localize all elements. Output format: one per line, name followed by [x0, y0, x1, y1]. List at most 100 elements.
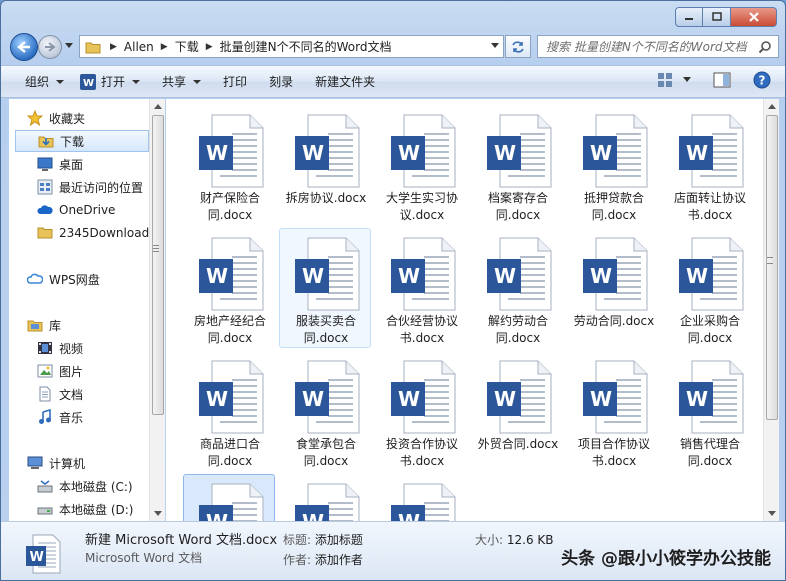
- word-document-icon: W: [390, 237, 456, 311]
- burn-button[interactable]: 刻录: [255, 66, 301, 97]
- svg-text:W: W: [494, 387, 516, 411]
- share-button[interactable]: 共享: [148, 66, 209, 97]
- author-value[interactable]: 添加作者: [315, 553, 363, 567]
- svg-text:W: W: [398, 387, 420, 411]
- file-item[interactable]: W 拆房协议.docx: [279, 105, 371, 225]
- command-bar: 组织 W 打开 共享 打印 刻录 新建文件夹 ?: [1, 65, 785, 98]
- recent-pages-dropdown[interactable]: [64, 41, 74, 51]
- nav-favorites[interactable]: 收藏夹: [27, 107, 85, 129]
- view-options-icon[interactable]: [657, 72, 673, 88]
- file-item[interactable]: W 合伙经营协议书.docx: [375, 228, 467, 348]
- svg-text:W: W: [590, 387, 612, 411]
- nav-computer[interactable]: 计算机: [27, 452, 85, 474]
- file-item[interactable]: W: [279, 474, 371, 521]
- close-button[interactable]: [731, 7, 777, 27]
- file-name: 食堂承包合同.docx: [295, 437, 356, 468]
- chevron-down-icon[interactable]: [683, 77, 691, 83]
- file-item[interactable]: W 劳动合同.docx: [567, 228, 659, 348]
- breadcrumb-item[interactable]: 下载: [171, 38, 203, 55]
- size-value: 12.6 KB: [506, 533, 554, 547]
- breadcrumb-item[interactable]: Allen: [120, 40, 158, 54]
- refresh-icon: [512, 40, 524, 53]
- nav-2345downloads[interactable]: 2345Downloads: [37, 222, 149, 244]
- file-item[interactable]: W 大学生实习协议.docx: [375, 105, 467, 225]
- print-button[interactable]: 打印: [209, 66, 255, 97]
- file-item[interactable]: W 企业采购合同.docx: [663, 228, 755, 348]
- file-item[interactable]: W 商品进口合同.docx: [183, 351, 275, 471]
- file-item[interactable]: W 服装买卖合同.docx: [279, 228, 371, 348]
- open-button[interactable]: W 打开: [72, 66, 148, 97]
- minimize-button[interactable]: [675, 7, 703, 27]
- nav-videos[interactable]: 视频: [37, 337, 83, 359]
- nav-downloads[interactable]: 下载: [15, 130, 149, 152]
- file-list-scrollbar[interactable]: [763, 99, 779, 521]
- view-controls: ?: [657, 71, 771, 89]
- print-label: 打印: [223, 75, 248, 89]
- search-placeholder: 搜索 批量创建N个不同名的Word文档: [546, 40, 747, 54]
- nav-favorites-label: 收藏夹: [49, 111, 86, 126]
- desktop-icon: [37, 157, 53, 171]
- music-icon: [39, 409, 51, 424]
- file-item[interactable]: W 解约劳动合同.docx: [471, 228, 563, 348]
- drive-icon: [37, 480, 53, 493]
- explorer-window: ▶ Allen ▶ 下载 ▶ 批量创建N个不同名的Word文档 搜索 批量创建N…: [0, 0, 786, 581]
- scroll-up-icon: [154, 104, 162, 109]
- word-document-icon: W: [582, 360, 648, 434]
- search-input[interactable]: 搜索 批量创建N个不同名的Word文档: [537, 35, 779, 58]
- file-item[interactable]: W 食堂承包合同.docx: [279, 351, 371, 471]
- word-document-icon: W: [198, 483, 264, 521]
- file-item[interactable]: W: [375, 474, 467, 521]
- nav-disk-c[interactable]: 本地磁盘 (C:): [37, 475, 133, 497]
- nav-documents-label: 文档: [59, 387, 84, 402]
- file-item[interactable]: W 抵押贷款合同.docx: [567, 105, 659, 225]
- navigation-pane: 收藏夹 下载 桌面 最近访问的位置 OneDrive 2345Downloads…: [9, 99, 149, 521]
- svg-text:W: W: [302, 264, 324, 288]
- file-item[interactable]: W 档案寄存合同.docx: [471, 105, 563, 225]
- preview-pane-icon[interactable]: [713, 72, 731, 88]
- nav-music[interactable]: 音乐: [37, 406, 83, 428]
- chevron-down-icon[interactable]: [491, 43, 499, 49]
- breadcrumb-item[interactable]: 批量创建N个不同名的Word文档: [216, 38, 396, 55]
- file-item[interactable]: W 项目合作协议书.docx: [567, 351, 659, 471]
- back-button[interactable]: [10, 33, 38, 61]
- new-folder-button[interactable]: 新建文件夹: [301, 66, 383, 97]
- folder-icon: [85, 42, 101, 53]
- file-name: 档案寄存合同.docx: [487, 191, 548, 222]
- nav-pictures[interactable]: 图片: [37, 360, 83, 382]
- title-value[interactable]: 添加标题: [315, 533, 363, 547]
- nav-libraries-label: 库: [49, 318, 62, 333]
- nav-desktop[interactable]: 桌面: [37, 153, 83, 175]
- file-item[interactable]: W 销售代理合同.docx: [663, 351, 755, 471]
- nav-onedrive[interactable]: OneDrive: [37, 199, 115, 221]
- file-item[interactable]: W 房地产经纪合同.docx: [183, 228, 275, 348]
- nav-desktop-label: 桌面: [59, 157, 84, 172]
- forward-button[interactable]: [38, 35, 62, 59]
- help-icon[interactable]: ?: [753, 71, 771, 89]
- address-bar[interactable]: ▶ Allen ▶ 下载 ▶ 批量创建N个不同名的Word文档: [79, 35, 504, 58]
- file-item[interactable]: W: [183, 474, 275, 521]
- nav-recent[interactable]: 最近访问的位置: [37, 176, 143, 198]
- file-name: 财产保险合同.docx: [199, 191, 260, 222]
- arrow-left-icon: [17, 41, 30, 53]
- file-item[interactable]: W 财产保险合同.docx: [183, 105, 275, 225]
- refresh-button[interactable]: [505, 35, 531, 58]
- svg-text:W: W: [30, 550, 44, 565]
- word-document-icon: W: [486, 114, 552, 188]
- file-item[interactable]: W 投资合作协议书.docx: [375, 351, 467, 471]
- file-list-scroll-thumb[interactable]: [766, 115, 778, 420]
- nav-documents[interactable]: 文档: [37, 383, 83, 405]
- svg-text:W: W: [686, 387, 708, 411]
- file-item[interactable]: W 外贸合同.docx: [471, 351, 563, 471]
- word-document-icon: W: [582, 237, 648, 311]
- file-item[interactable]: W 店面转让协议书.docx: [663, 105, 755, 225]
- nav-disk-d[interactable]: 本地磁盘 (D:): [37, 498, 133, 520]
- nav-disk-d-label: 本地磁盘 (D:): [59, 502, 134, 517]
- file-name: 抵押贷款合同.docx: [583, 191, 644, 222]
- maximize-button[interactable]: [703, 7, 731, 27]
- nav-wps[interactable]: WPS网盘: [27, 268, 100, 290]
- nav-libraries[interactable]: 库: [27, 314, 61, 336]
- chevron-right-icon: ▶: [160, 41, 168, 52]
- nav-scroll-thumb[interactable]: [152, 115, 164, 415]
- nav-pane-scrollbar[interactable]: [149, 99, 165, 521]
- organize-button[interactable]: 组织: [1, 66, 72, 97]
